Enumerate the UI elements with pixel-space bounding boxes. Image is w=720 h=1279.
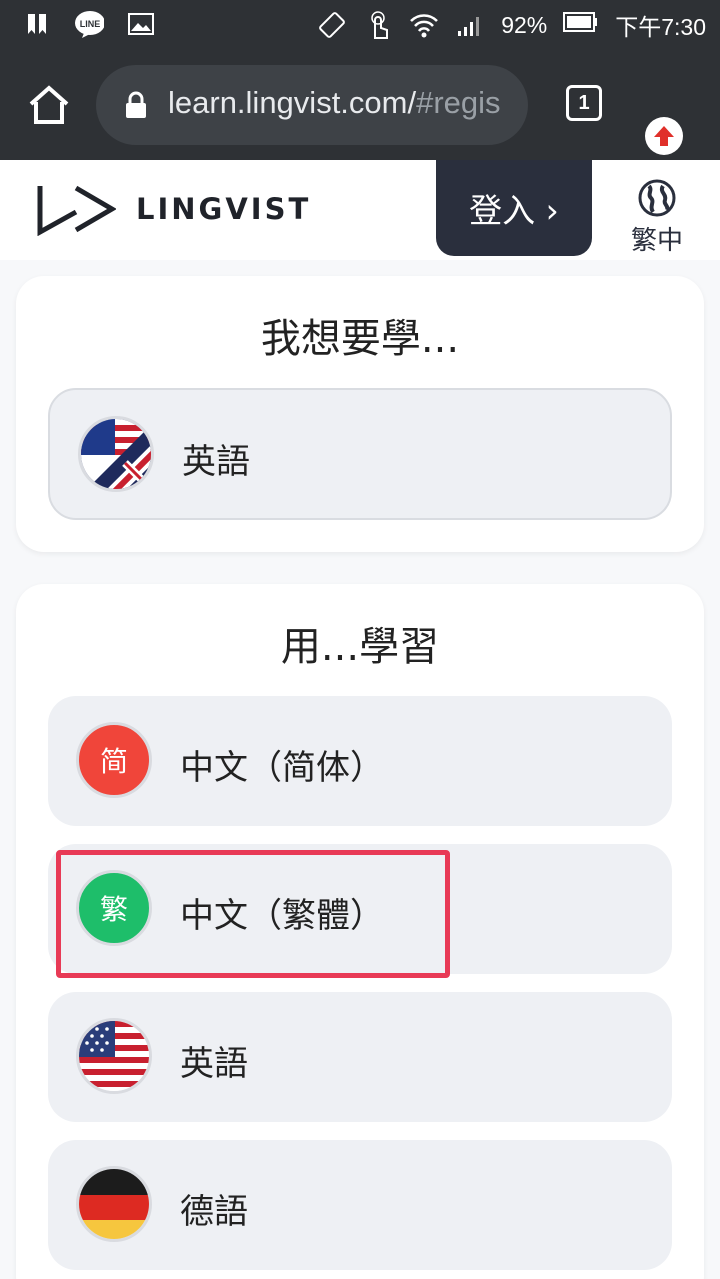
option-label: 中文（简体） <box>180 748 384 788</box>
option-english[interactable]: 英語 <box>48 992 672 1122</box>
svg-text:LINE: LINE <box>80 19 101 29</box>
line-app-icon: LINE <box>74 9 104 39</box>
option-label: 德語 <box>180 1192 248 1232</box>
globe-icon <box>637 178 677 218</box>
gallery-icon <box>126 9 156 39</box>
target-language-selector[interactable]: 英語 <box>48 388 672 520</box>
address-bar[interactable]: learn.lingvist.com/#regis <box>96 65 528 145</box>
option-label: 英語 <box>180 1044 248 1084</box>
login-button[interactable]: 登入 › <box>436 160 592 256</box>
uk-us-flag-icon <box>78 416 154 492</box>
learn-target-card: 我想要學... 英語 <box>16 276 704 552</box>
touch-icon <box>363 10 393 40</box>
de-flag-icon <box>76 1166 152 1242</box>
logo-text: LINGVIST <box>136 192 312 226</box>
home-icon[interactable] <box>26 82 72 128</box>
us-flag-icon <box>76 1018 152 1094</box>
option-german[interactable]: 德語 <box>48 1140 672 1270</box>
url-text: learn.lingvist.com/#regis <box>168 85 501 121</box>
language-switcher[interactable]: 繁中 <box>622 178 692 257</box>
bookmark-icon <box>22 9 52 39</box>
lingvist-logo[interactable]: LINGVIST <box>36 182 311 236</box>
lock-icon <box>124 91 148 119</box>
battery-icon <box>563 11 599 39</box>
update-icon[interactable] <box>645 117 683 155</box>
wifi-icon <box>409 10 439 40</box>
battery-percent: 92% <box>501 11 548 38</box>
source-language-title: 用...學習 <box>280 624 440 670</box>
status-bar: LINE 92% 下午7:30 <box>0 0 720 50</box>
tab-switcher-button[interactable]: 1 <box>566 85 602 121</box>
signal-icon <box>455 10 485 40</box>
rotate-icon <box>317 10 347 40</box>
clock: 下午7:30 <box>615 14 706 40</box>
browser-toolbar: learn.lingvist.com/#regis 1 <box>0 50 720 160</box>
learn-target-title: 我想要學... <box>260 316 460 362</box>
url-fragment: #regis <box>416 85 501 120</box>
lingvist-logo-mark <box>37 185 116 236</box>
selection-highlight <box>56 850 450 978</box>
site-header: LINGVIST 登入 › 繁中 <box>0 160 720 260</box>
language-label: 繁中 <box>630 226 683 256</box>
simplified-badge: 简 <box>76 722 152 798</box>
target-language-label: 英語 <box>182 442 250 482</box>
option-chinese-simplified[interactable]: 简 中文（简体） <box>48 696 672 826</box>
url-host: learn.lingvist.com/ <box>168 85 417 120</box>
